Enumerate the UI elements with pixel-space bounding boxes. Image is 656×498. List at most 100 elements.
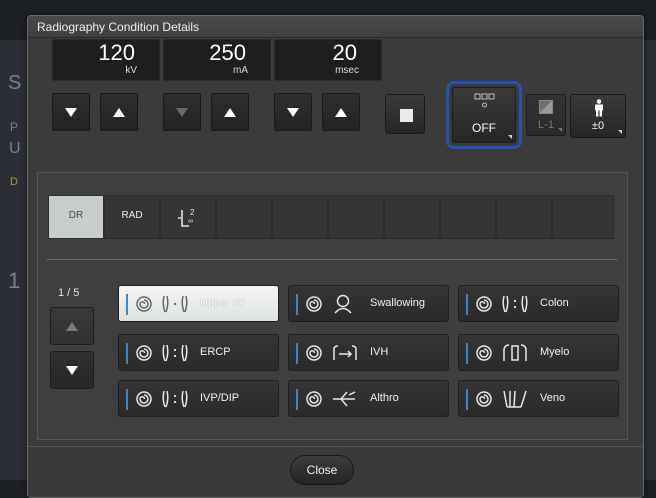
- lut-button[interactable]: L-1: [526, 94, 566, 136]
- exam-button-veno[interactable]: Veno: [458, 380, 619, 417]
- accent-bar: [126, 389, 128, 410]
- exam-button-ivp-dip[interactable]: IVP/DIP: [118, 380, 279, 417]
- kv-value: 120: [98, 40, 135, 65]
- accent-bar: [126, 343, 128, 364]
- ercp-icon: [162, 344, 188, 362]
- myelo-icon: [503, 344, 527, 361]
- page-down-button[interactable]: [50, 351, 94, 389]
- svg-text:2: 2: [190, 208, 195, 217]
- msec-decrease-button[interactable]: [274, 93, 312, 131]
- svg-text:∞: ∞: [188, 218, 193, 225]
- spiral-icon: [136, 296, 152, 312]
- dropdown-caret-icon: [558, 128, 562, 132]
- accent-bar: [296, 343, 298, 364]
- person-icon: [595, 99, 603, 117]
- page-indicator: 1 / 5: [58, 287, 80, 299]
- tab-label: RAD: [121, 210, 143, 221]
- exam-label: Myelo: [540, 346, 570, 358]
- spiral-icon: [476, 345, 492, 361]
- exam-label: Swallowing: [370, 297, 426, 309]
- ma-decrease-button[interactable]: [163, 93, 201, 131]
- exam-button-althro[interactable]: Althro: [288, 380, 449, 417]
- tomography-icon: 2 ∞: [178, 208, 195, 227]
- msec-value: 20: [332, 40, 357, 65]
- accent-bar: [296, 389, 298, 410]
- divider: [46, 259, 618, 260]
- arrow-up-icon: [224, 107, 236, 117]
- arrow-down-icon: [176, 107, 188, 117]
- kv-unit: kV: [125, 65, 137, 76]
- dialog-title: Radiography Condition Details: [28, 16, 643, 38]
- ma-unit: mA: [233, 65, 248, 76]
- exam-label: Colon: [540, 297, 569, 309]
- exam-label: IVP/DIP: [200, 392, 240, 404]
- dropdown-caret-icon: [508, 135, 512, 139]
- arrow-down-icon: [65, 107, 77, 117]
- kv-readout: 120 kV: [52, 39, 160, 81]
- msec-readout: 20 msec: [274, 39, 382, 81]
- tab-empty: [496, 195, 552, 239]
- kv-increase-button[interactable]: [100, 93, 138, 131]
- exam-label: IVH: [370, 346, 389, 358]
- tab-tomo[interactable]: 2 ∞: [160, 195, 216, 239]
- stop-button[interactable]: [385, 94, 425, 134]
- patient-size-button[interactable]: ±0: [570, 94, 626, 138]
- arrow-down-icon: [287, 107, 299, 117]
- arrow-up-icon: [66, 321, 78, 331]
- tab-empty: [272, 195, 328, 239]
- exam-label: Althro: [370, 392, 399, 404]
- tab-dr[interactable]: DR: [48, 195, 104, 239]
- exam-button-ercp[interactable]: ERCP: [118, 334, 279, 371]
- background-letter: U: [9, 140, 21, 157]
- dropdown-caret-icon: [618, 130, 622, 134]
- contrast-icon: [539, 100, 553, 114]
- accent-bar: [296, 294, 298, 315]
- spiral-icon: [476, 391, 492, 407]
- spiral-icon: [476, 296, 492, 312]
- page-up-button[interactable]: [50, 307, 94, 345]
- ma-value: 250: [209, 40, 246, 65]
- background-panel-right: [642, 40, 656, 480]
- background-letter: D: [10, 176, 18, 188]
- exam-label: Veno: [540, 392, 566, 404]
- accent-bar: [466, 294, 468, 315]
- msec-increase-button[interactable]: [322, 93, 360, 131]
- tab-empty: [216, 195, 272, 239]
- tab-empty: [440, 195, 496, 239]
- exam-label: Upper GI: [200, 297, 245, 309]
- tab-empty: [328, 195, 384, 239]
- grid-toggle-button[interactable]: OFF: [452, 87, 516, 143]
- tab-rad[interactable]: RAD: [104, 195, 160, 239]
- exam-button-upper-gi[interactable]: Upper GI: [118, 285, 279, 322]
- althro-icon: [333, 391, 356, 407]
- stop-icon: [400, 109, 413, 122]
- ma-readout: 250 mA: [163, 39, 271, 81]
- close-button[interactable]: Close: [290, 455, 354, 485]
- spiral-icon: [306, 391, 322, 407]
- background-letter: 1: [8, 268, 21, 293]
- arrow-up-icon: [335, 107, 347, 117]
- spiral-icon: [306, 296, 322, 312]
- grid-icon: [474, 93, 495, 108]
- tab-empty: [552, 195, 614, 239]
- ma-increase-button[interactable]: [211, 93, 249, 131]
- spiral-icon: [306, 345, 322, 361]
- ivh-icon: [333, 345, 357, 360]
- exam-button-colon[interactable]: Colon: [458, 285, 619, 322]
- exam-button-swallowing[interactable]: Swallowing: [288, 285, 449, 322]
- tab-label: DR: [68, 210, 84, 221]
- background-letter: P: [10, 120, 19, 134]
- tab-empty: [384, 195, 440, 239]
- exam-button-myelo[interactable]: Myelo: [458, 334, 619, 371]
- accent-bar: [466, 343, 468, 364]
- exam-button-ivh[interactable]: IVH: [288, 334, 449, 371]
- kv-decrease-button[interactable]: [52, 93, 90, 131]
- upper-gi-icon: [162, 295, 188, 313]
- spiral-icon: [136, 391, 152, 407]
- accent-bar: [126, 294, 128, 315]
- background-letter: S: [8, 72, 22, 94]
- colon-icon: [502, 295, 528, 313]
- grid-toggle-label: OFF: [472, 121, 496, 135]
- spiral-icon: [136, 345, 152, 361]
- veno-icon: [503, 390, 527, 408]
